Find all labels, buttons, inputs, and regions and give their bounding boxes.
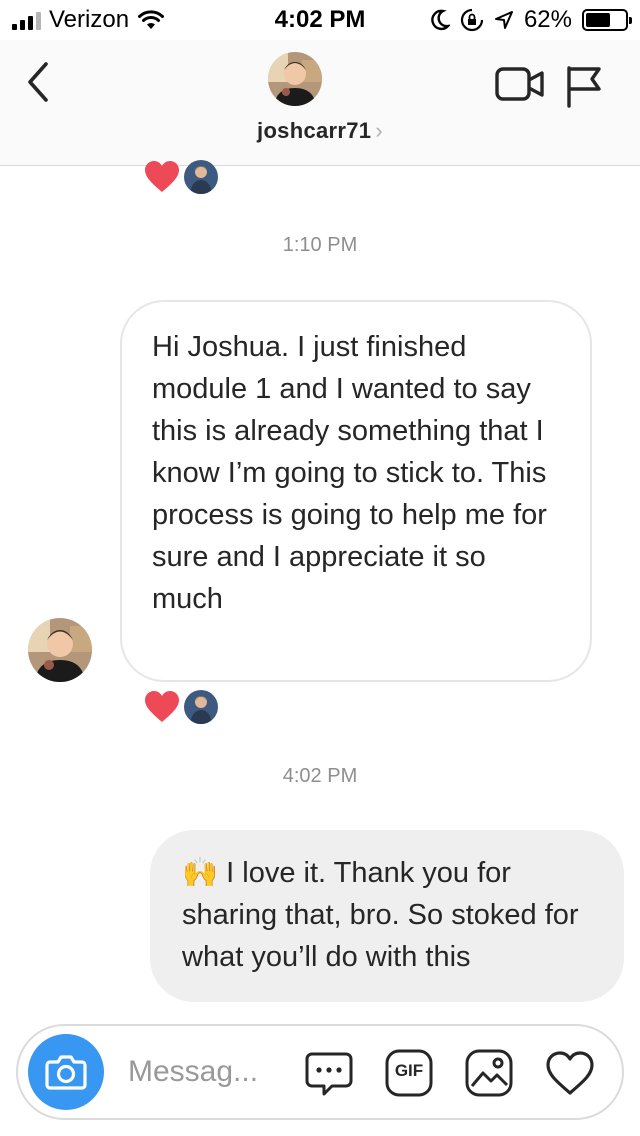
- chat-bubble-icon[interactable]: [304, 1048, 354, 1098]
- message-input[interactable]: [128, 1052, 278, 1092]
- username-label: joshcarr71: [257, 118, 372, 143]
- battery-fill: [586, 13, 610, 27]
- heart-icon: [145, 691, 179, 722]
- video-call-icon[interactable]: [494, 64, 546, 104]
- timestamp: 4:02 PM: [282, 765, 358, 787]
- conversation-header: joshcarr71 ›: [0, 40, 640, 166]
- camera-icon: [45, 1055, 87, 1090]
- outgoing-message-bubble[interactable]: 🙌 I love it. Thank you for sharing that,…: [150, 830, 624, 1002]
- battery-icon: [582, 9, 632, 31]
- sender-avatar[interactable]: [28, 618, 92, 682]
- gif-button[interactable]: GIF: [384, 1048, 434, 1098]
- avatar-image: [268, 52, 322, 106]
- incoming-message-bubble[interactable]: Hi Joshua. I just finished module 1 and …: [120, 300, 592, 682]
- gallery-icon[interactable]: [464, 1048, 514, 1098]
- camera-button[interactable]: [28, 1034, 104, 1110]
- header-username[interactable]: joshcarr71 ›: [0, 118, 640, 144]
- reaction-row[interactable]: [144, 160, 218, 194]
- gif-label: GIF: [394, 1061, 424, 1080]
- heart-icon: [145, 161, 179, 192]
- battery-percent: 62%: [523, 6, 572, 33]
- avatar-image: [184, 690, 218, 724]
- back-icon[interactable]: [20, 58, 60, 106]
- timestamp: 1:10 PM: [282, 234, 358, 256]
- reactor-avatar: [184, 160, 218, 194]
- heart-icon[interactable]: [544, 1048, 596, 1098]
- reactor-avatar: [184, 690, 218, 724]
- reaction-row[interactable]: [144, 690, 218, 724]
- message-composer: GIF: [16, 1024, 624, 1120]
- status-right: 62%: [430, 6, 632, 34]
- moon-icon: [431, 9, 450, 31]
- location-icon: [494, 11, 513, 29]
- flag-icon[interactable]: [563, 64, 603, 108]
- avatar-image: [184, 160, 218, 194]
- status-bar: Verizon 4:02 PM 62%: [0, 0, 640, 40]
- header-avatar[interactable]: [268, 52, 322, 106]
- rotation-lock-icon: [460, 8, 484, 32]
- avatar-image: [28, 618, 92, 682]
- chevron-right-icon: ›: [375, 118, 383, 143]
